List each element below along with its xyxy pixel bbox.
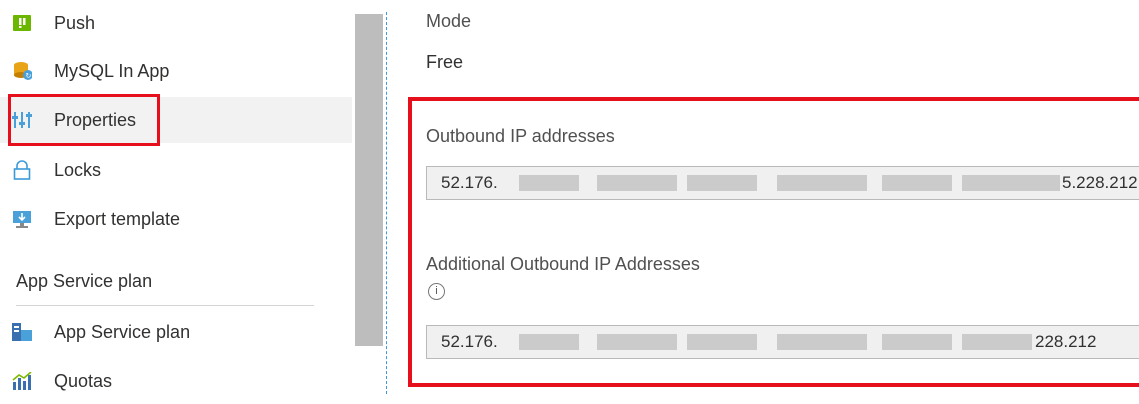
quotas-icon <box>12 371 32 391</box>
outbound-ip-label: Outbound IP addresses <box>426 126 615 146</box>
sidebar-item-label: App Service plan <box>54 321 191 342</box>
sidebar-item-locks[interactable]: Locks <box>0 147 352 193</box>
mode-value: Free <box>426 52 464 72</box>
additional-outbound-ip-field[interactable]: 52.176. 228.212 <box>426 325 1139 359</box>
sidebar-item-app-service-plan[interactable]: App Service plan <box>0 309 352 355</box>
lock-icon <box>12 160 32 180</box>
section-header-app-service-plan: App Service plan <box>16 271 153 291</box>
mode-label: Mode <box>426 11 472 31</box>
outbound-ip-field[interactable]: 52.176. 5.228.212 <box>426 166 1139 200</box>
section-divider <box>16 305 314 306</box>
properties-highlight-annotation <box>8 94 160 146</box>
outbound-ip-value-end: 5.228.212 <box>1060 173 1138 193</box>
sidebar-item-label: MySQL In App <box>54 60 170 81</box>
sidebar-item-quotas[interactable]: Quotas <box>0 358 352 404</box>
export-template-icon <box>12 209 32 229</box>
additional-outbound-ip-label: Additional Outbound IP Addresses <box>426 254 700 274</box>
info-icon[interactable]: i <box>428 283 445 300</box>
pane-splitter[interactable] <box>386 12 387 394</box>
sidebar-item-label: Locks <box>54 159 102 180</box>
additional-ip-value-start: 52.176. <box>441 332 498 351</box>
sidebar-item-label: Push <box>54 12 96 33</box>
outbound-ip-value-start: 52.176. <box>441 173 498 192</box>
app-service-plan-icon <box>12 322 32 342</box>
mysql-icon: ↻ <box>12 61 32 81</box>
sidebar-item-mysql-in-app[interactable]: ↻ MySQL In App <box>0 48 352 94</box>
svg-text:↻: ↻ <box>26 73 32 80</box>
resource-menu: Push ↻ MySQL In App Properties Locks Exp… <box>0 0 352 394</box>
sidebar-item-label: Quotas <box>54 370 113 391</box>
sidebar-item-push[interactable]: Push <box>0 0 352 46</box>
additional-ip-value-end: 228.212 <box>1033 332 1097 352</box>
sidebar-item-label: Export template <box>54 208 181 229</box>
sidebar-scrollbar-thumb[interactable] <box>355 14 383 346</box>
push-icon <box>12 13 32 33</box>
sidebar-item-export-template[interactable]: Export template <box>0 196 352 242</box>
